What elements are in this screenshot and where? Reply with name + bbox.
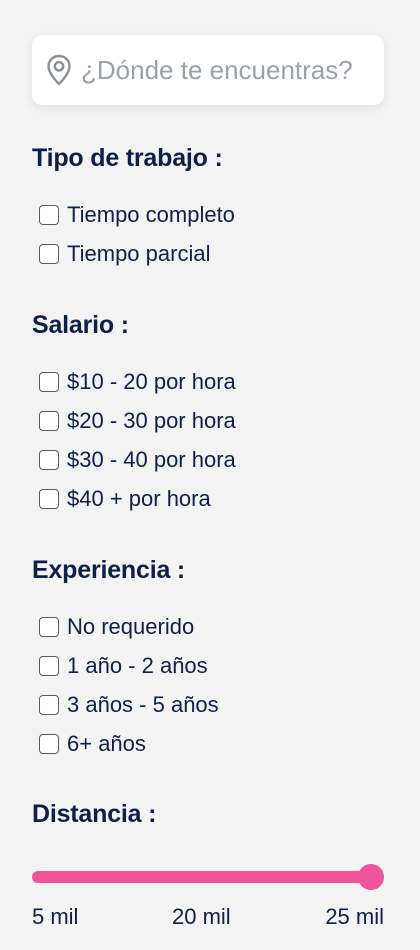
job-type-title: Tipo de trabajo :: [32, 144, 223, 172]
option-label: $10 - 20 por hora: [67, 368, 236, 394]
experience-options: No requerido 1 año - 2 años 3 años - 5 a…: [32, 607, 384, 763]
experience-option-6-plus[interactable]: 6+ años: [32, 724, 384, 763]
job-type-option-part-time[interactable]: Tiempo parcial: [32, 234, 384, 273]
checkbox[interactable]: [39, 371, 59, 392]
option-label: 3 años - 5 años: [67, 691, 219, 717]
checkbox[interactable]: [39, 733, 59, 754]
salary-options: $10 - 20 por hora $20 - 30 por hora $30 …: [32, 362, 384, 518]
checkbox[interactable]: [39, 243, 59, 264]
distance-max-label: 25 mil: [325, 904, 384, 929]
distance-min-label: 5 mil: [32, 904, 79, 929]
option-label: Tiempo completo: [67, 201, 235, 227]
job-type-option-full-time[interactable]: Tiempo completo: [32, 195, 384, 234]
job-type-options: Tiempo completo Tiempo parcial: [32, 195, 384, 273]
salary-option-40-plus[interactable]: $40 + por hora: [32, 479, 384, 518]
checkbox[interactable]: [39, 694, 59, 715]
slider-track[interactable]: [32, 871, 372, 883]
distance-scale-labels: 5 mil 20 mil 25 mil: [32, 904, 384, 934]
salary-option-20-30[interactable]: $20 - 30 por hora: [32, 401, 384, 440]
job-type-section: Tipo de trabajo : Tiempo completo Tiempo…: [32, 144, 384, 273]
checkbox[interactable]: [39, 204, 59, 225]
salary-option-10-20[interactable]: $10 - 20 por hora: [32, 362, 384, 401]
checkbox[interactable]: [39, 410, 59, 431]
checkbox[interactable]: [39, 616, 59, 637]
location-pin-icon: [45, 53, 73, 87]
option-label: $20 - 30 por hora: [67, 407, 236, 433]
checkbox[interactable]: [39, 488, 59, 509]
experience-option-1-2[interactable]: 1 año - 2 años: [32, 646, 384, 685]
option-label: 1 año - 2 años: [67, 652, 208, 678]
distance-title: Distancia :: [32, 800, 157, 828]
salary-option-30-40[interactable]: $30 - 40 por hora: [32, 440, 384, 479]
option-label: $40 + por hora: [67, 485, 211, 511]
location-input[interactable]: [81, 54, 371, 86]
location-search-box[interactable]: [32, 35, 384, 105]
slider-thumb[interactable]: [358, 864, 384, 890]
option-label: Tiempo parcial: [67, 240, 211, 266]
experience-option-3-5[interactable]: 3 años - 5 años: [32, 685, 384, 724]
distance-section: Distancia : 5 mil 20 mil 25 mil: [32, 800, 384, 934]
checkbox[interactable]: [39, 449, 59, 470]
option-label: No requerido: [67, 613, 195, 639]
filters-panel: Tipo de trabajo : Tiempo completo Tiempo…: [0, 0, 420, 950]
experience-option-not-required[interactable]: No requerido: [32, 607, 384, 646]
experience-title: Experiencia :: [32, 556, 186, 584]
option-label: $30 - 40 por hora: [67, 446, 236, 472]
checkbox[interactable]: [39, 655, 59, 676]
option-label: 6+ años: [67, 730, 146, 756]
salary-section: Salario : $10 - 20 por hora $20 - 30 por…: [32, 311, 384, 518]
distance-slider[interactable]: [32, 864, 384, 890]
distance-mid-label: 20 mil: [172, 904, 231, 929]
salary-title: Salario :: [32, 311, 129, 339]
experience-section: Experiencia : No requerido 1 año - 2 año…: [32, 556, 384, 763]
